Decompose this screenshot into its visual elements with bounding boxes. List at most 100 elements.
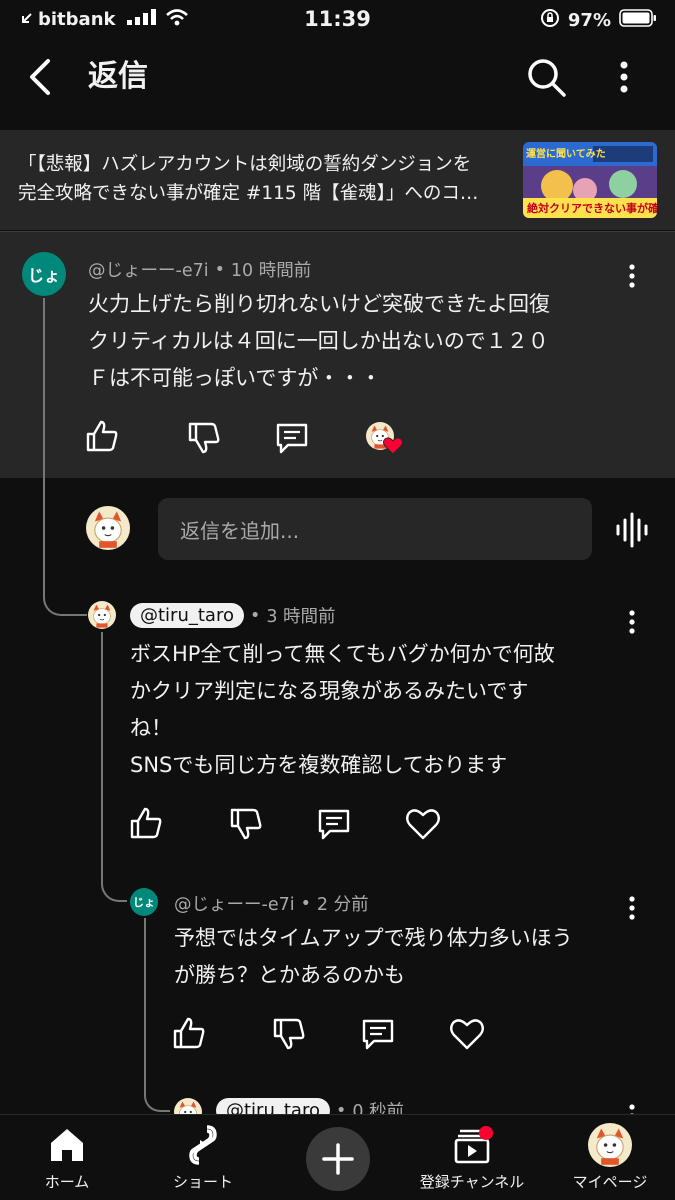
nav-subscriptions[interactable]: 登録チャンネル [412,1123,532,1192]
reply-more-button[interactable] [620,608,644,638]
reply-input[interactable]: 返信を追加... [158,498,592,560]
reply-body: ボスHP全て削って無くてもバグか何かで何故 かクリア判定になる現象があるみたいで… [130,636,555,784]
signal-icon [127,9,157,30]
back-arrow-icon [30,59,50,95]
like-button[interactable] [128,805,164,841]
my-avatar [86,506,130,550]
avatar [86,506,130,550]
reply-time: 3 時間前 [266,607,336,627]
thumbs-down-icon [188,422,220,454]
dislike-button[interactable] [228,806,264,842]
subscriptions-icon [450,1123,494,1167]
thumbnail-caption-top: 運営に聞いてみた [526,149,606,160]
video-context[interactable]: 「【悲報】ハズレアカウントは剣域の誓約ダンジョンを 完全攻略できない事が確定 #… [0,130,675,230]
status-bar: bitbank 11:39 97% [0,0,675,40]
status-right: 97% [540,8,657,33]
heart-outline-icon [450,1019,484,1050]
comment-icon [362,1019,394,1050]
create-button[interactable] [306,1127,370,1191]
heart-icon [383,437,403,455]
reply-button[interactable] [274,420,310,456]
reply-avatar[interactable] [88,601,116,629]
dislike-button[interactable] [271,1016,307,1052]
thread-curve [144,1086,170,1112]
comment-body: 火力上げたら削り切れないけど突破できたよ回復 クリティカルは４回に一回しか出ない… [88,286,550,397]
separator-dot: • [214,259,225,280]
app-header: 返信 [0,40,675,120]
status-left: bitbank [20,8,189,31]
comment-author[interactable]: @じょーー-e7i [88,257,209,282]
comment-icon [318,809,350,840]
reply-line: 予想ではタイムアップで残り体力多いほう [174,926,573,950]
dislike-button[interactable] [186,420,222,456]
thumbs-up-icon [173,1017,205,1049]
heart-button[interactable] [449,1016,485,1052]
heart-button[interactable] [405,806,441,842]
video-title: 「【悲報】ハズレアカウントは剣域の誓約ダンジョンを 完全攻略できない事が確定 #… [18,150,508,208]
reply-more-button[interactable] [620,894,644,924]
search-icon [528,59,566,97]
comment-line: 火力上げたら削り切れないけど突破できたよ回復 [88,292,550,316]
thumbs-up-icon [130,807,162,839]
battery-percent: 97% [567,10,611,31]
thread-line [101,632,103,872]
back-button[interactable] [20,55,64,99]
nav-shorts[interactable]: ショート [158,1123,248,1192]
thumbs-down-icon [230,808,262,840]
kebab-menu-icon [629,264,635,288]
video-title-line: 完全攻略できない事が確定 #115 階【雀魂】」へのコ… [18,183,479,204]
bottom-navigation: ホーム ショート 登録チャンネル マイページ [0,1114,675,1200]
reply-author[interactable]: @じょーー-e7i [174,891,295,916]
nav-label: ホーム [44,1173,90,1191]
avatar[interactable]: じょ [22,252,66,296]
comment-meta: @じょーー-e7i • 10 時間前 [88,257,311,282]
plus-icon [322,1143,354,1175]
carrier-label: bitbank [38,9,116,30]
kebab-menu-icon [629,610,635,634]
reply-placeholder: 返信を追加... [180,519,300,543]
reply-avatar[interactable]: じょ [130,888,158,916]
nav-mypage[interactable]: マイページ [560,1123,660,1192]
voice-waveform-icon [616,512,648,548]
avatar [88,601,116,629]
thumbs-up-icon [86,420,118,452]
thumbnail-caption-bottom: 絶対クリアできない事が確定 [527,202,657,215]
thread-curve [43,580,87,616]
thumbs-down-icon [273,1018,305,1050]
reply-line: かクリア判定になる現象があるみたいです [130,679,529,703]
kebab-menu-icon [629,896,635,920]
thread-curve [101,866,127,902]
thread-line [144,918,146,1092]
comment-more-button[interactable] [620,262,644,292]
wifi-icon [165,8,189,31]
like-button[interactable] [171,1015,207,1051]
reply-line: ボスHP全て削って無くてもバグか何かで何故 [130,642,555,666]
reply-line: SNSでも同じ方を複数確認しております [130,753,508,777]
kebab-menu-icon [620,61,628,93]
home-icon [45,1123,89,1167]
reply-meta: @じょーー-e7i • 2 分前 [174,891,369,916]
like-button[interactable] [84,418,120,454]
nav-label: ショート [172,1173,233,1191]
back-to-app-icon [20,9,34,30]
reply-author[interactable]: @tiru_taro [130,603,244,628]
search-button[interactable] [524,55,568,99]
reply-button[interactable] [360,1016,396,1052]
video-thumbnail[interactable]: 運営に聞いてみた 絶対クリアできない事が確定 [523,142,657,218]
shorts-icon [181,1123,225,1167]
comment-icon [276,423,308,454]
reply-time: 2 分前 [316,895,369,915]
heart-outline-icon [406,809,440,840]
thread-line [43,298,45,588]
voice-input-button[interactable] [612,510,652,550]
nav-label: マイページ [572,1173,648,1191]
nav-home[interactable]: ホーム [22,1123,112,1192]
reply-line: ね！ [130,716,172,740]
reply-button[interactable] [316,806,352,842]
reply-body: 予想ではタイムアップで残り体力多いほう が勝ち？とかあるのかも [174,920,573,994]
page-title: 返信 [88,59,148,94]
avatar [588,1123,632,1167]
reply-meta: @tiru_taro • 3 時間前 [130,603,336,628]
separator-dot: • [300,893,311,914]
more-options-button[interactable] [606,55,642,99]
